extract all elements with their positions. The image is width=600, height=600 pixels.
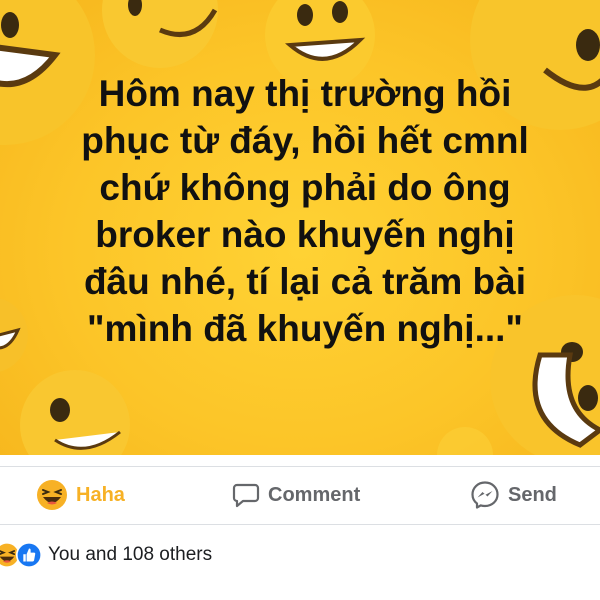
send-label: Send xyxy=(508,483,557,506)
haha-reaction-button[interactable]: Haha xyxy=(36,466,125,524)
action-bar: Haha Comment Send xyxy=(0,466,600,524)
post-text-line: broker nào khuyến nghị xyxy=(95,214,515,255)
post-text-line: đâu nhé, tí lại cả trăm bài xyxy=(83,261,527,302)
comment-icon xyxy=(232,481,260,509)
divider xyxy=(0,524,600,525)
post-text-line: phục từ đáy, hồi hết cmnl xyxy=(81,120,529,161)
messenger-icon xyxy=(470,480,500,510)
post-text: Hôm nay thị trường hồi phục từ đáy, hồi … xyxy=(40,70,570,352)
haha-icon xyxy=(36,479,68,511)
comment-label: Comment xyxy=(268,483,361,506)
comment-button[interactable]: Comment xyxy=(232,466,360,524)
post-text-line: "mình đã khuyến nghị..." xyxy=(87,308,523,349)
send-button[interactable]: Send xyxy=(470,466,557,524)
reaction-summary[interactable]: You and 108 others xyxy=(0,535,212,575)
reaction-count: You and 108 others xyxy=(48,544,213,565)
like-icon xyxy=(16,542,42,568)
haha-label: Haha xyxy=(76,483,125,506)
post-image[interactable]: Hôm nay thị trường hồi phục từ đáy, hồi … xyxy=(0,0,600,455)
post-text-line: Hôm nay thị trường hồi xyxy=(98,73,512,114)
post-text-line: chứ không phải do ông xyxy=(99,167,511,208)
